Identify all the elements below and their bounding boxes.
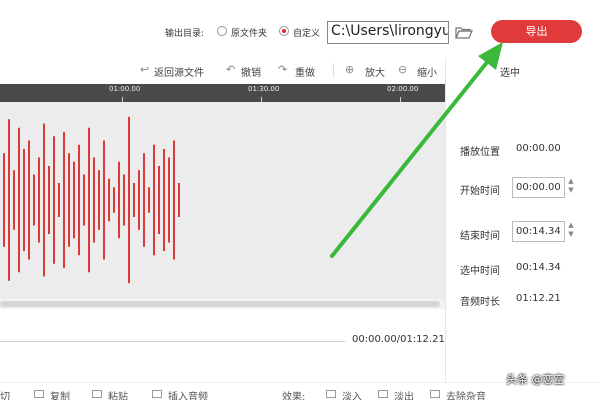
back-to-source-button[interactable]: 返回源文件 bbox=[154, 64, 204, 79]
back-icon: ↩ bbox=[140, 63, 150, 76]
radio-source-folder[interactable] bbox=[217, 26, 227, 36]
output-path-input[interactable]: C:\Users\lirongyu\[ bbox=[327, 21, 449, 44]
start-time-label: 开始时间 bbox=[460, 186, 500, 197]
zoom-in-icon: ⊕ bbox=[345, 63, 355, 76]
undo-button[interactable]: 撤销 bbox=[241, 64, 261, 79]
fade-out-icon bbox=[378, 390, 388, 398]
play-position-label: 播放位置 bbox=[460, 147, 500, 158]
paste-icon bbox=[92, 390, 102, 398]
fade-out-button[interactable]: 淡出 bbox=[394, 388, 414, 400]
copy-icon bbox=[34, 390, 44, 398]
start-time-stepper[interactable]: ▲ ▼ bbox=[566, 177, 576, 198]
fade-in-button[interactable]: 淡入 bbox=[342, 388, 362, 400]
end-time-input[interactable]: 00:14.34 bbox=[512, 221, 565, 242]
radio-custom[interactable] bbox=[279, 26, 289, 36]
fade-in-icon bbox=[326, 390, 336, 398]
start-time-input[interactable]: 00:00.00 bbox=[512, 177, 565, 198]
insert-audio-button[interactable]: 插入音频 bbox=[168, 388, 208, 400]
redo-button[interactable]: 重做 bbox=[295, 64, 315, 79]
ruler-tick-label: 01:00.00 bbox=[109, 85, 141, 93]
zoom-out-icon: ⊖ bbox=[398, 63, 408, 76]
scrollbar-thumb[interactable] bbox=[0, 301, 440, 307]
folder-open-icon[interactable] bbox=[455, 25, 473, 40]
copy-button[interactable]: 复制 bbox=[50, 388, 70, 400]
undo-icon: ↶ bbox=[226, 63, 236, 76]
denoise-icon bbox=[430, 390, 440, 398]
side-panel-divider bbox=[445, 58, 446, 400]
toolbar-divider bbox=[333, 63, 334, 77]
export-button[interactable]: 导出 bbox=[491, 20, 582, 43]
ruler-tick-label: 01:30.00 bbox=[248, 85, 280, 93]
paste-button[interactable]: 粘贴 bbox=[108, 388, 128, 400]
zoom-in-button[interactable]: 放大 bbox=[365, 64, 385, 79]
play-position-value: 00:00.00 bbox=[516, 143, 561, 154]
waveform-area[interactable] bbox=[0, 102, 445, 299]
waveform bbox=[3, 116, 180, 284]
insert-audio-icon bbox=[152, 390, 162, 398]
duration-label: 音频时长 bbox=[460, 297, 500, 308]
denoise-button[interactable]: 去除杂音 bbox=[446, 388, 486, 400]
cut-button[interactable]: 切 bbox=[0, 388, 10, 400]
radio-custom-label: 自定义 bbox=[293, 29, 321, 39]
end-time-stepper[interactable]: ▲ ▼ bbox=[566, 221, 576, 242]
watermark: 头条 @恋空 bbox=[506, 373, 565, 386]
horizontal-scrollbar[interactable] bbox=[0, 299, 445, 309]
output-dir-label: 输出目录: bbox=[165, 29, 205, 39]
top-bar: 输出目录: 原文件夹 自定义 C:\Users\lirongyu\[ 导出 bbox=[0, 0, 600, 58]
playback-progress-track[interactable] bbox=[0, 341, 345, 342]
side-panel-title: 选中 bbox=[500, 68, 520, 79]
selected-time-label: 选中时间 bbox=[460, 266, 500, 277]
time-readout: 00:00.00/01:12.21 bbox=[352, 334, 445, 345]
edit-toolbar: ↩ 返回源文件 ↶ 撤销 ↷ 重做 ⊕ 放大 ⊖ 缩小 bbox=[0, 58, 445, 84]
duration-value: 01:12.21 bbox=[516, 293, 561, 304]
effects-label: 效果: bbox=[282, 392, 306, 400]
zoom-out-button[interactable]: 缩小 bbox=[417, 64, 437, 79]
selected-time-value: 00:14.34 bbox=[516, 262, 561, 273]
radio-source-folder-label: 原文件夹 bbox=[231, 29, 268, 39]
timeline-ruler[interactable]: 01:00.00 01:30.00 02:00.00 bbox=[0, 84, 445, 102]
ruler-tick-label: 02:00.00 bbox=[387, 85, 419, 93]
end-time-label: 结束时间 bbox=[460, 231, 500, 242]
redo-icon: ↷ bbox=[278, 63, 288, 76]
